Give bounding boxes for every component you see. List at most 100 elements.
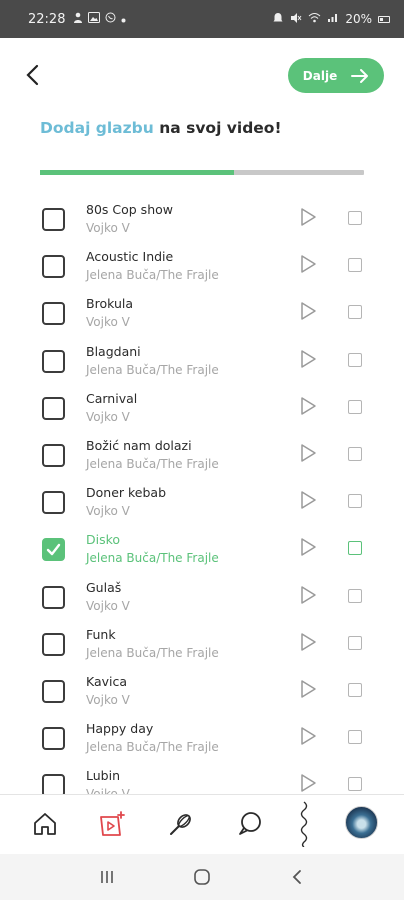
nav-whisk[interactable] bbox=[165, 807, 197, 841]
play-button[interactable] bbox=[298, 679, 318, 699]
song-row[interactable]: 80s Cop show Vojko V bbox=[0, 194, 404, 241]
recents-icon bbox=[101, 871, 114, 883]
home-system-button[interactable] bbox=[187, 862, 217, 892]
play-icon bbox=[301, 538, 316, 557]
song-artist: Vojko V bbox=[86, 693, 130, 707]
song-preview-checkbox[interactable] bbox=[348, 730, 362, 745]
person-icon bbox=[73, 12, 83, 27]
home-icon bbox=[34, 813, 56, 835]
song-checkbox[interactable] bbox=[42, 680, 65, 703]
song-checkbox[interactable] bbox=[42, 774, 65, 794]
song-row[interactable]: Doner kebab Vojko V bbox=[0, 477, 404, 524]
mute-icon bbox=[290, 12, 302, 27]
song-list[interactable]: 80s Cop show Vojko V Acoustic Indie Jelena … bbox=[0, 194, 404, 794]
play-icon bbox=[301, 727, 316, 745]
avatar[interactable] bbox=[345, 806, 378, 839]
song-checkbox[interactable] bbox=[42, 396, 65, 420]
check-icon bbox=[46, 544, 61, 556]
song-checkbox[interactable] bbox=[42, 349, 65, 373]
status-time: 22:28 bbox=[28, 11, 66, 27]
song-row[interactable]: Kavica Vojko V bbox=[0, 666, 404, 713]
play-button[interactable] bbox=[298, 537, 318, 557]
song-checkbox[interactable] bbox=[42, 255, 65, 279]
song-checkbox[interactable] bbox=[42, 302, 65, 326]
recents-button[interactable] bbox=[92, 862, 122, 892]
play-button[interactable] bbox=[298, 726, 318, 746]
image-icon bbox=[88, 12, 101, 26]
nav-squiggle[interactable] bbox=[288, 801, 320, 847]
song-preview-checkbox[interactable] bbox=[348, 588, 362, 603]
bottom-nav bbox=[0, 794, 404, 854]
progress-bar bbox=[40, 170, 364, 175]
back-button[interactable] bbox=[18, 60, 48, 90]
play-icon bbox=[301, 397, 316, 415]
squiggle-icon bbox=[300, 801, 308, 847]
song-checkbox[interactable] bbox=[42, 491, 65, 515]
song-title: Gulaš bbox=[86, 579, 122, 595]
song-checkbox[interactable] bbox=[42, 538, 65, 562]
play-button[interactable] bbox=[298, 301, 318, 321]
play-icon bbox=[301, 349, 316, 368]
song-preview-checkbox[interactable] bbox=[348, 635, 362, 650]
play-button[interactable] bbox=[298, 773, 318, 793]
song-title: 80s Cop show bbox=[86, 202, 173, 217]
song-checkbox[interactable] bbox=[42, 632, 65, 656]
song-checkbox[interactable] bbox=[42, 444, 65, 467]
play-button[interactable] bbox=[298, 349, 318, 369]
signal-icon bbox=[327, 12, 339, 26]
play-button[interactable] bbox=[298, 632, 318, 652]
song-row[interactable]: Brokula Vojko V bbox=[0, 288, 404, 335]
song-artist: Vojko V bbox=[86, 315, 130, 330]
play-button[interactable] bbox=[298, 207, 318, 227]
alarm-icon bbox=[272, 12, 284, 27]
nav-add-video[interactable] bbox=[96, 807, 128, 841]
song-title: Božić nam dolazi bbox=[86, 438, 192, 453]
song-row[interactable]: Gulaš Vojko V bbox=[0, 572, 404, 619]
play-button[interactable] bbox=[298, 443, 318, 463]
song-preview-checkbox[interactable] bbox=[348, 447, 362, 461]
song-preview-checkbox[interactable] bbox=[348, 399, 362, 414]
play-icon bbox=[301, 585, 316, 604]
song-row[interactable]: Blagdani Jelena Buča/The Frajle bbox=[0, 336, 404, 383]
play-button[interactable] bbox=[298, 585, 318, 605]
nav-chat[interactable] bbox=[234, 807, 266, 841]
back-system-button[interactable] bbox=[282, 862, 312, 892]
song-preview-checkbox[interactable] bbox=[348, 494, 362, 509]
play-icon bbox=[301, 302, 316, 321]
play-button[interactable] bbox=[298, 490, 318, 510]
song-title: Carnival bbox=[86, 390, 138, 406]
song-preview-checkbox[interactable] bbox=[348, 305, 362, 320]
song-artist: Vojko V bbox=[86, 787, 130, 794]
song-preview-checkbox[interactable] bbox=[348, 777, 362, 792]
song-row[interactable]: Acoustic Indie Jelena Buča/The Frajle bbox=[0, 241, 404, 288]
status-bar: 22:28 20% bbox=[0, 0, 404, 38]
song-artist: Vojko V bbox=[86, 598, 130, 613]
song-artist: Vojko V bbox=[86, 221, 130, 235]
song-row[interactable]: Božić nam dolazi Jelena Buča/The Frajle bbox=[0, 430, 404, 477]
song-preview-checkbox[interactable] bbox=[348, 541, 362, 556]
song-row[interactable]: Disko Jelena Buča/The Frajle bbox=[0, 524, 404, 571]
song-preview-checkbox[interactable] bbox=[348, 683, 362, 697]
viber-icon bbox=[105, 12, 116, 26]
battery-text: 20% bbox=[345, 12, 372, 26]
song-checkbox[interactable] bbox=[42, 727, 65, 751]
song-preview-checkbox[interactable] bbox=[348, 352, 362, 367]
song-row[interactable]: Lubin Vojko V bbox=[0, 760, 404, 794]
system-nav bbox=[0, 854, 404, 900]
arrow-right-icon bbox=[351, 68, 369, 83]
play-button[interactable] bbox=[298, 254, 318, 274]
title-rest: na svoj video! bbox=[153, 119, 282, 137]
play-button[interactable] bbox=[298, 396, 318, 416]
song-preview-checkbox[interactable] bbox=[348, 258, 362, 273]
next-button[interactable]: Dalje bbox=[288, 58, 384, 93]
song-checkbox[interactable] bbox=[42, 208, 65, 231]
song-row[interactable]: Happy day Jelena Buča/The Frajle bbox=[0, 713, 404, 760]
nav-home[interactable] bbox=[29, 807, 61, 841]
song-title: Lubin bbox=[86, 768, 120, 784]
song-title: Blagdani bbox=[86, 343, 141, 359]
play-icon bbox=[301, 208, 316, 226]
song-row[interactable]: Carnival Vojko V bbox=[0, 383, 404, 430]
song-row[interactable]: Funk Jelena Buča/The Frajle bbox=[0, 619, 404, 666]
song-preview-checkbox[interactable] bbox=[348, 211, 362, 225]
song-checkbox[interactable] bbox=[42, 585, 65, 609]
